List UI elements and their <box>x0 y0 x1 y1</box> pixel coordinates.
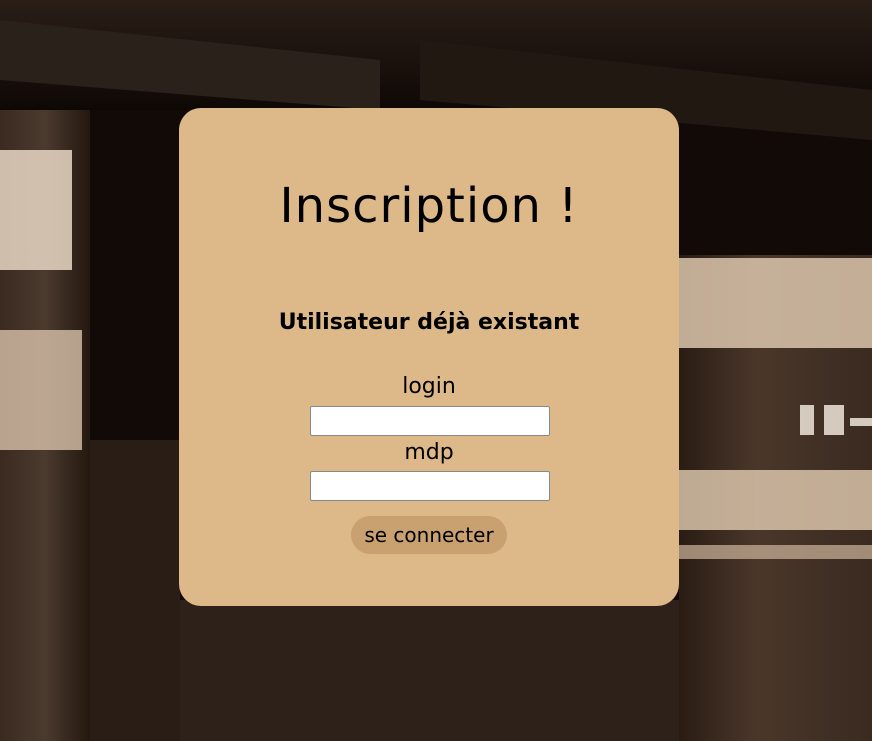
connect-button[interactable]: se connecter <box>351 516 507 554</box>
login-input[interactable] <box>310 406 550 436</box>
error-message: Utilisateur déjà existant <box>278 310 580 335</box>
password-label: mdp <box>404 440 454 465</box>
password-input[interactable] <box>310 471 550 501</box>
signup-card: Inscription ! Utilisateur déjà existant … <box>179 108 679 606</box>
login-label: login <box>402 374 456 399</box>
page-title: Inscription ! <box>279 178 579 234</box>
